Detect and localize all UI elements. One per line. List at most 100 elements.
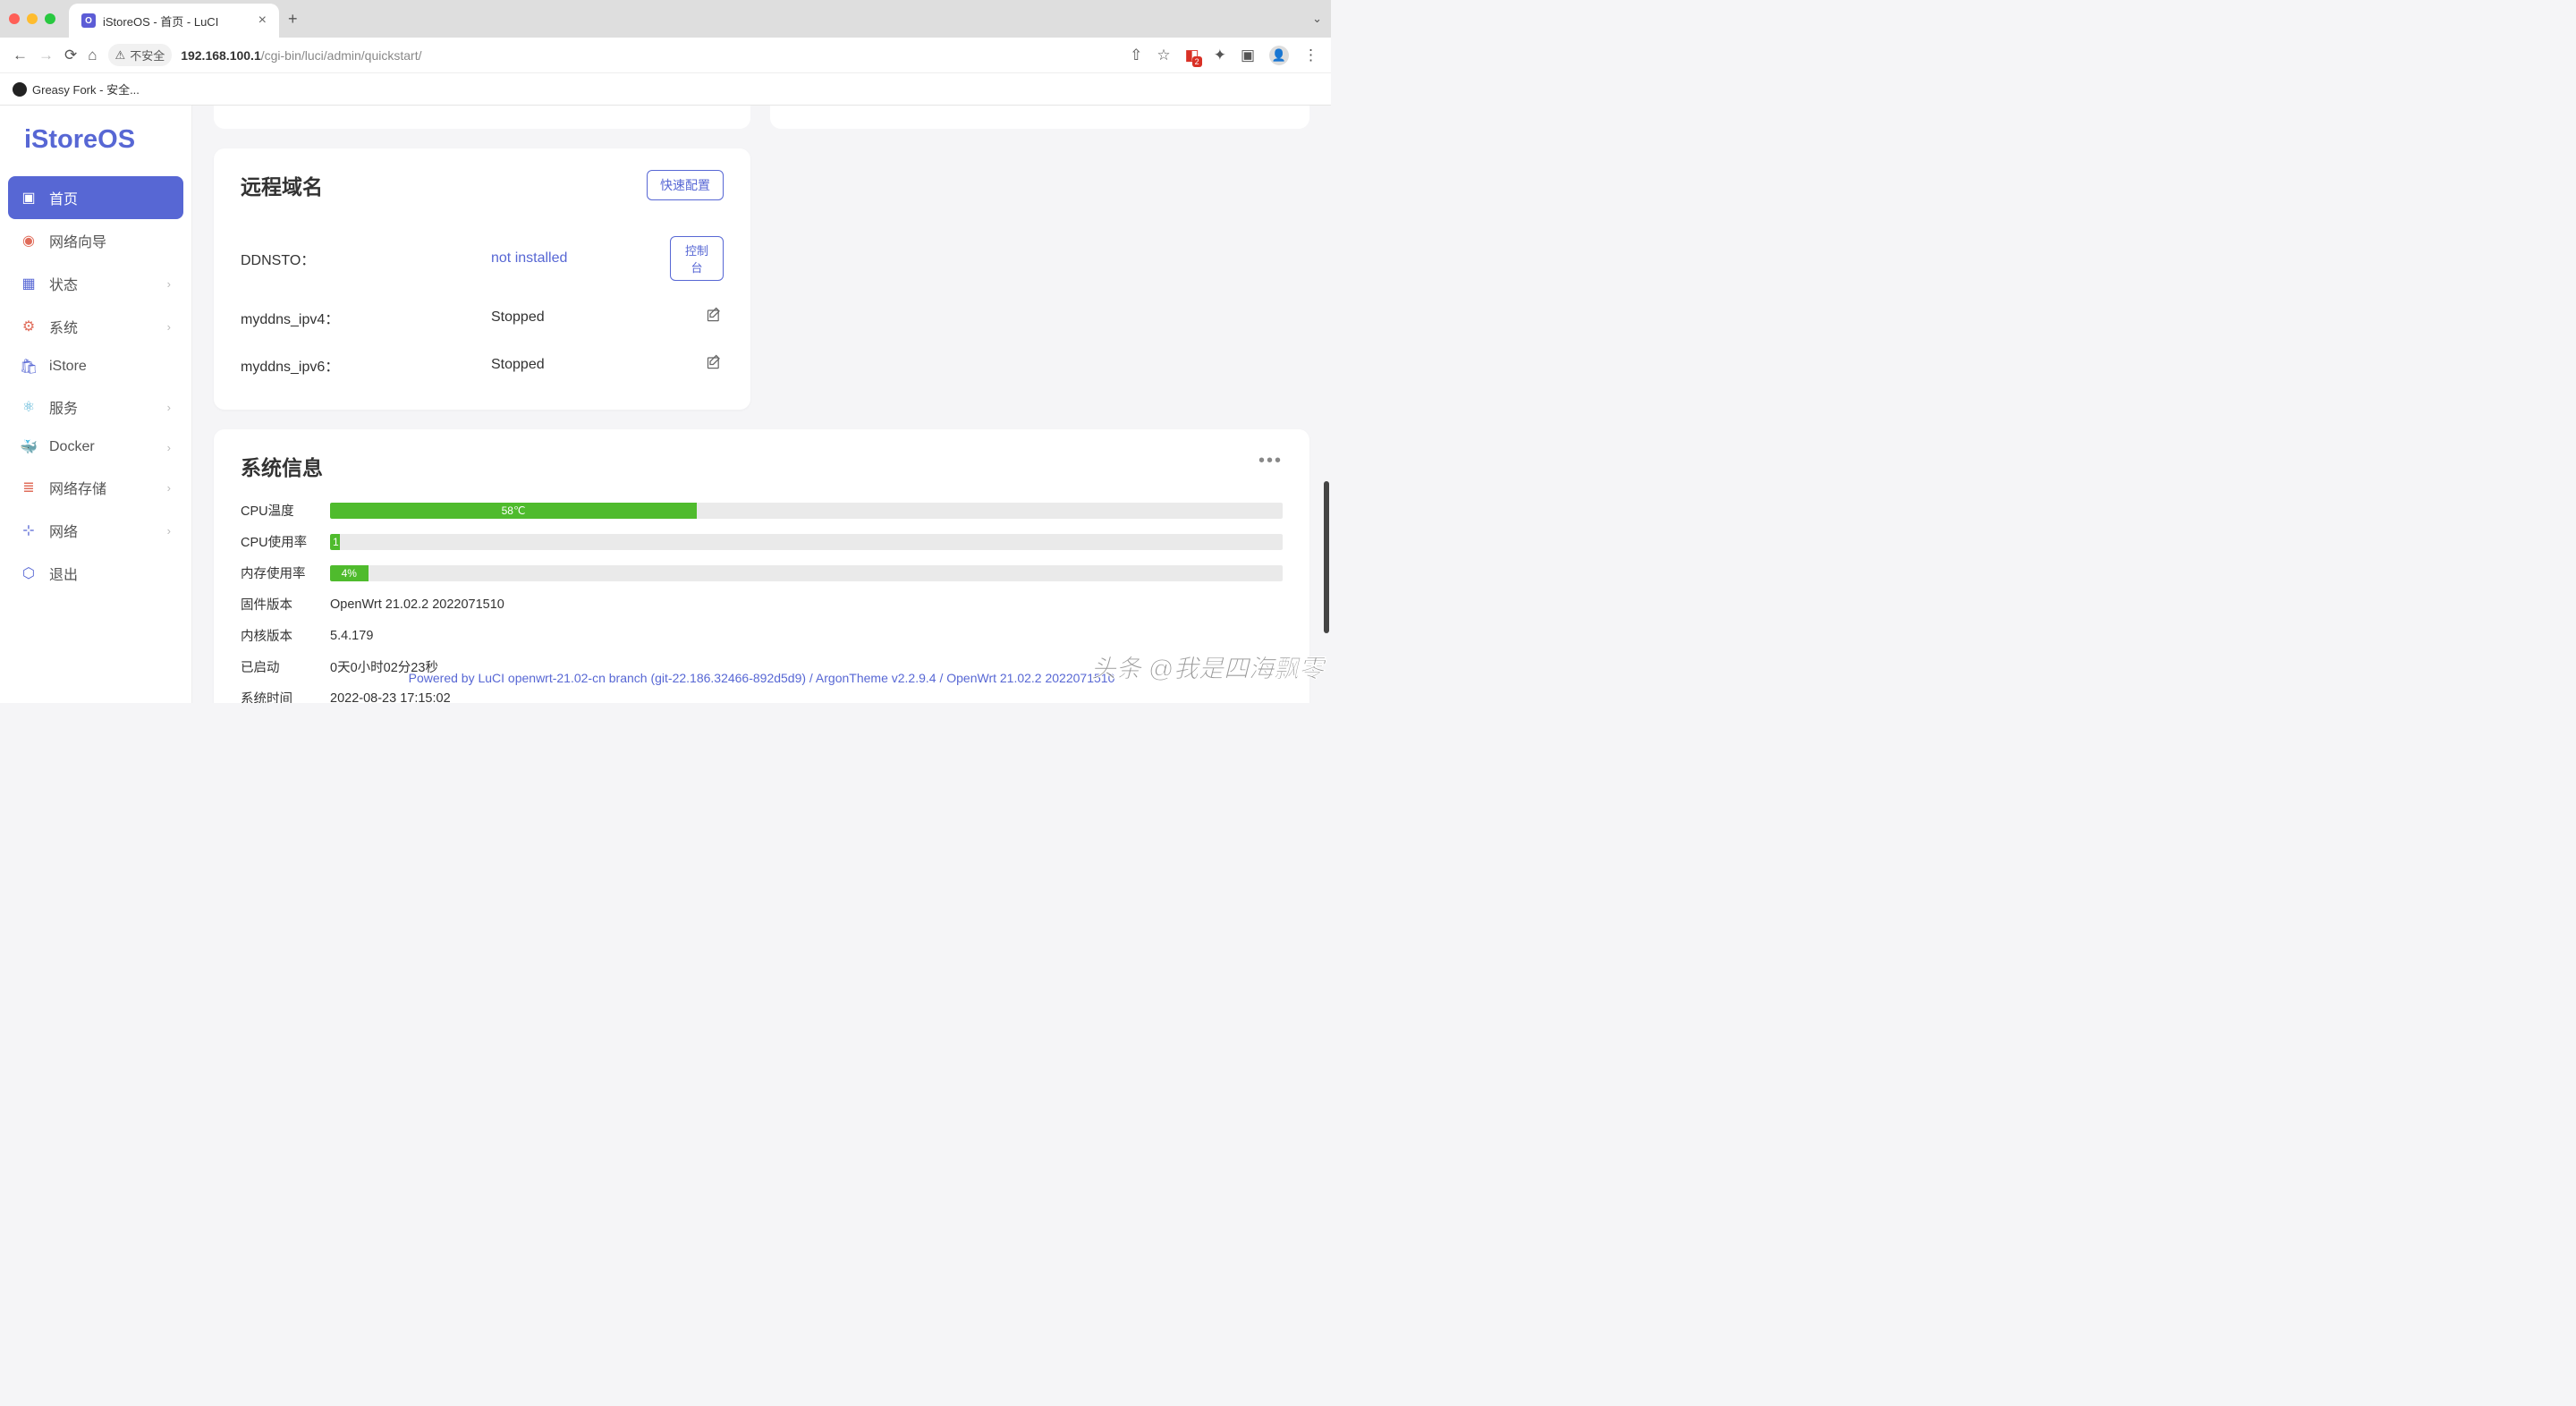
- tab-title: iStoreOS - 首页 - LuCI: [103, 13, 218, 30]
- sidebar-item-istore[interactable]: 🛍 iStore: [8, 348, 183, 385]
- firmware-row: 固件版本 OpenWrt 21.02.2 2022071510: [241, 595, 1283, 614]
- app-layout: iStoreOS ▣ 首页 ◉ 网络向导 ▦ 状态 › ⚙ 系统 › 🛍 iSt…: [0, 106, 1331, 703]
- cpu-temp-label: CPU温度: [241, 501, 330, 520]
- chevron-right-icon: ›: [167, 320, 171, 334]
- kernel-value: 5.4.179: [330, 629, 777, 643]
- extensions-puzzle-icon[interactable]: ✦: [1214, 47, 1226, 64]
- sidebar-item-network-storage[interactable]: ≣ 网络存储 ›: [8, 466, 183, 509]
- tab-close-icon[interactable]: ×: [258, 13, 267, 29]
- bookmark-favicon-icon: [13, 82, 27, 97]
- back-button[interactable]: ←: [13, 47, 28, 64]
- home-button[interactable]: ⌂: [88, 47, 97, 64]
- sidebar-item-logout[interactable]: ⬡ 退出: [8, 552, 183, 595]
- extension-icon[interactable]: ◧2: [1185, 47, 1199, 64]
- cpu-usage-bar: 1: [330, 534, 1283, 550]
- edit-icon[interactable]: [706, 306, 724, 324]
- chevron-right-icon: ›: [167, 481, 171, 495]
- sidebar-item-system[interactable]: ⚙ 系统 ›: [8, 305, 183, 348]
- browser-chrome: O iStoreOS - 首页 - LuCI × + ⌄ ← → ⟳ ⌂ ⚠ 不…: [0, 0, 1331, 106]
- footer-text: Powered by LuCI openwrt-21.02-cn branch …: [192, 660, 1331, 696]
- chevron-right-icon: ›: [167, 524, 171, 538]
- browser-tab[interactable]: O iStoreOS - 首页 - LuCI ×: [69, 4, 279, 38]
- storage-icon: ≣: [21, 479, 37, 495]
- cpu-temp-fill: 58℃: [330, 503, 697, 519]
- cpu-usage-fill: 1: [330, 534, 340, 550]
- dashboard-icon: ▣: [21, 190, 37, 206]
- chevron-right-icon: ›: [167, 277, 171, 291]
- cpu-temp-bar: 58℃: [330, 503, 1283, 519]
- sidebar-item-services[interactable]: ⚛ 服务 ›: [8, 385, 183, 428]
- reload-button[interactable]: ⟳: [64, 47, 77, 64]
- mem-usage-row: 内存使用率 4%: [241, 563, 1283, 582]
- sidebar-item-label: 网络存储: [49, 477, 106, 498]
- window-minimize-button[interactable]: [27, 13, 38, 24]
- scrollbar-thumb[interactable]: [1324, 481, 1329, 633]
- myddns-ipv6-value: Stopped: [491, 357, 670, 373]
- more-dots-icon[interactable]: •••: [1258, 451, 1283, 471]
- mem-usage-bar: 4%: [330, 565, 1283, 581]
- url-text: 192.168.100.1/cgi-bin/luci/admin/quickst…: [181, 48, 421, 63]
- forward-button[interactable]: →: [38, 47, 54, 64]
- myddns-ipv4-label: myddns_ipv4：: [241, 307, 491, 328]
- kernel-label: 内核版本: [241, 626, 330, 645]
- address-bar[interactable]: ⚠ 不安全 192.168.100.1/cgi-bin/luci/admin/q…: [108, 44, 1120, 66]
- docker-icon: 🐳: [21, 439, 37, 455]
- new-tab-button[interactable]: +: [288, 10, 298, 29]
- sidebar-item-label: 首页: [49, 187, 78, 208]
- ddnsto-label: DDNSTO：: [241, 248, 491, 269]
- site-security-indicator[interactable]: ⚠ 不安全: [108, 44, 173, 66]
- service-icon: ⚛: [21, 399, 37, 415]
- bookmark-label: Greasy Fork - 安全...: [32, 80, 140, 97]
- sidebar-item-label: 退出: [49, 563, 78, 584]
- bookmark-star-icon[interactable]: ☆: [1157, 47, 1170, 64]
- firmware-label: 固件版本: [241, 595, 330, 614]
- card-title: 系统信息: [241, 451, 1283, 481]
- sidebar-item-network[interactable]: ⊹ 网络 ›: [8, 509, 183, 552]
- quick-config-button[interactable]: 快速配置: [647, 170, 724, 200]
- sidebar-item-label: 状态: [49, 273, 78, 294]
- sidebar-item-network-wizard[interactable]: ◉ 网络向导: [8, 219, 183, 262]
- logout-icon: ⬡: [21, 565, 37, 581]
- sidebar-item-label: Docker: [49, 439, 95, 455]
- toolbar-actions: ⇧ ☆ ◧2 ✦ ▣ 👤 ⋮: [1130, 46, 1318, 65]
- window-maximize-button[interactable]: [45, 13, 55, 24]
- sidebar-item-label: 系统: [49, 316, 78, 337]
- grid-icon: ▦: [21, 275, 37, 292]
- browser-toolbar: ← → ⟳ ⌂ ⚠ 不安全 192.168.100.1/cgi-bin/luci…: [0, 38, 1331, 73]
- sidebar-item-docker[interactable]: 🐳 Docker ›: [8, 428, 183, 466]
- myddns-ipv4-row: myddns_ipv4： Stopped: [241, 293, 724, 341]
- sidebar-item-label: 服务: [49, 396, 78, 418]
- myddns-ipv6-label: myddns_ipv6：: [241, 354, 491, 376]
- ddnsto-value: not installed: [491, 250, 670, 267]
- insecure-label: 不安全: [130, 47, 165, 64]
- sidebar-item-status[interactable]: ▦ 状态 ›: [8, 262, 183, 305]
- warning-icon: ⚠: [115, 48, 126, 63]
- bag-icon: 🛍: [21, 359, 37, 375]
- edit-icon[interactable]: [706, 353, 724, 371]
- globe-icon: ◉: [21, 233, 37, 249]
- tabs-dropdown-icon[interactable]: ⌄: [1312, 12, 1322, 26]
- sidebar-item-label: 网络: [49, 520, 78, 541]
- bookmark-item[interactable]: Greasy Fork - 安全...: [13, 80, 140, 97]
- mem-usage-label: 内存使用率: [241, 563, 330, 582]
- main-content: 远程域名 快速配置 DDNSTO： not installed 控制台 mydd…: [192, 106, 1331, 703]
- card-fragment: [770, 106, 1309, 129]
- card-title: 远程域名: [241, 170, 323, 200]
- browser-tab-strip: O iStoreOS - 首页 - LuCI × + ⌄: [0, 0, 1331, 38]
- sidebar-item-label: iStore: [49, 359, 87, 375]
- bookmark-bar: Greasy Fork - 安全...: [0, 73, 1331, 106]
- window-close-button[interactable]: [9, 13, 20, 24]
- kernel-row: 内核版本 5.4.179: [241, 626, 1283, 645]
- window-controls: [9, 13, 55, 24]
- menu-dots-icon[interactable]: ⋮: [1303, 47, 1318, 64]
- side-panel-icon[interactable]: ▣: [1241, 47, 1255, 64]
- sidebar-item-home[interactable]: ▣ 首页: [8, 176, 183, 219]
- logo[interactable]: iStoreOS: [8, 116, 183, 176]
- profile-avatar-icon[interactable]: 👤: [1269, 46, 1289, 65]
- scrollbar-track: [1322, 106, 1331, 703]
- console-button[interactable]: 控制台: [670, 236, 724, 281]
- share-icon[interactable]: ⇧: [1130, 47, 1142, 64]
- firmware-value: OpenWrt 21.02.2 2022071510: [330, 597, 777, 612]
- network-icon: ⊹: [21, 522, 37, 538]
- chevron-right-icon: ›: [167, 441, 171, 454]
